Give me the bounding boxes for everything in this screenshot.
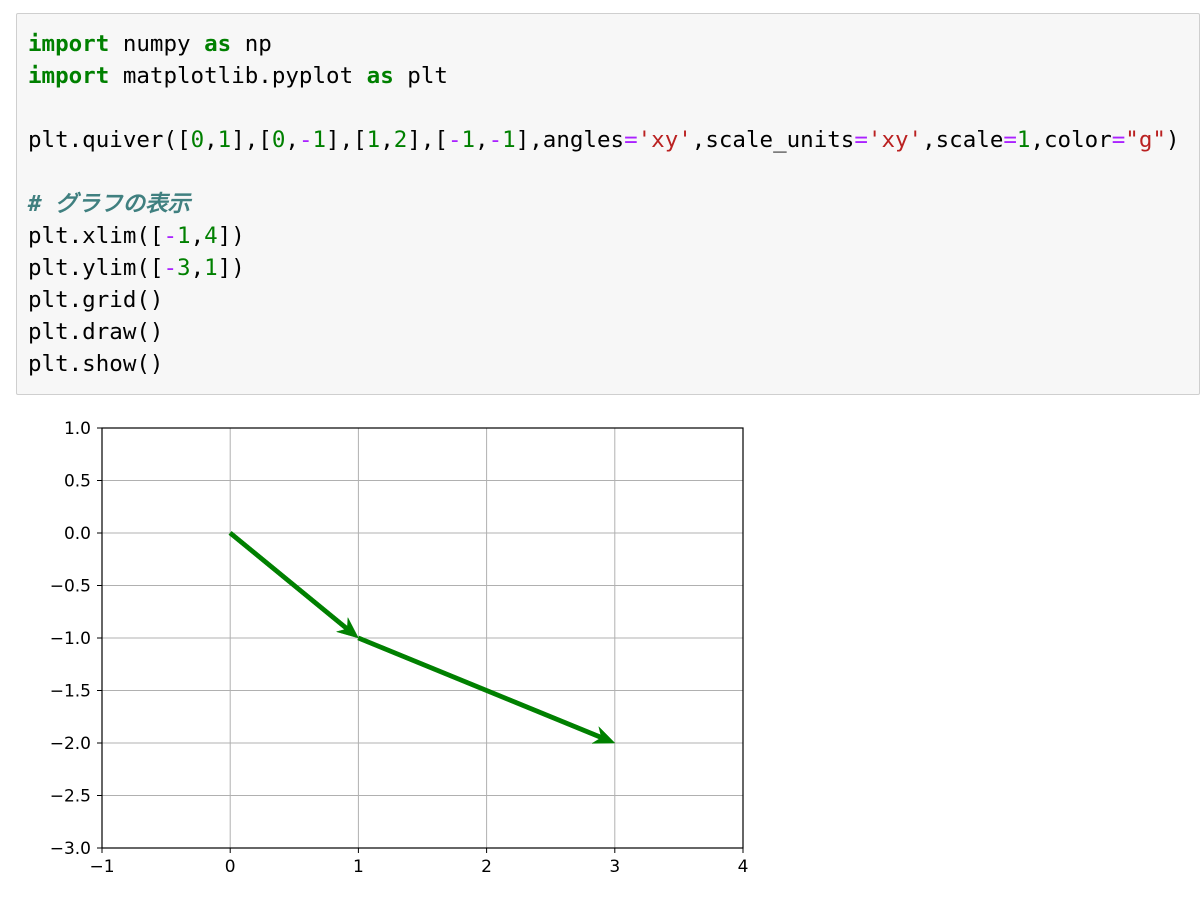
code-token: ],angles [515,127,625,153]
code-editor[interactable]: import numpy as np import matplotlib.pypl… [28,28,1179,380]
code-token: plt.ylim([ [28,255,164,281]
code-token: 1 [461,127,476,153]
y-tick-label: −2.5 [50,787,91,807]
code-token: plt.grid() [28,287,164,313]
code-token: 2 [393,127,408,153]
code-line: # グラフの表示 [28,188,1179,220]
code-token: import [28,31,110,57]
code-token: ],[ [407,127,448,153]
code-token: ) [1165,127,1180,153]
code-token: 1 [366,127,381,153]
x-tick-label: −1 [89,857,114,877]
y-tick-label: −0.5 [50,577,91,597]
code-token: 'xy' [637,127,692,153]
code-token: 1 [1016,127,1031,153]
code-token: ]) [217,223,245,249]
code-token: ]) [217,255,245,281]
code-token: 'xy' [867,127,923,153]
x-tick-label: 2 [481,857,492,877]
code-line: plt.draw() [28,316,1179,348]
y-tick-label: −2.0 [50,734,91,754]
code-token: 3 [177,255,191,281]
code-token: plt.quiver([ [28,127,191,153]
code-token: , [204,127,218,153]
code-token: = [1003,127,1017,153]
code-token: 0 [190,127,205,153]
code-token: ,color [1030,127,1112,153]
code-token: - [163,223,178,249]
code-token: - [298,127,313,153]
code-token: np [231,31,272,57]
code-token: as [366,63,394,89]
y-tick-label: 0.0 [64,524,91,544]
code-token: , [380,127,394,153]
code-token: ],[ [326,127,367,153]
x-tick-label: 4 [738,857,749,877]
output-area: −1 0 1 2 3 4 1.0 0.5 0.0 −0.5 −1.0 −1.5 −2.0 −2.5 −3.0 [0,405,800,905]
y-tick-label: 1.0 [64,419,91,439]
code-token: , [475,127,489,153]
code-token: 1 [177,223,191,249]
code-token: "g" [1125,127,1166,153]
code-token: - [163,255,178,281]
y-tick-label: 0.5 [64,472,91,492]
y-tick-label: −1.0 [50,629,91,649]
x-tick-label: 1 [353,857,364,877]
code-token: numpy [109,31,205,57]
x-tick-label: 0 [225,857,236,877]
code-token: ,scale [922,127,1004,153]
y-tick-label: −1.5 [50,682,91,702]
code-token: 1 [204,255,218,281]
code-token: matplotlib.pyplot [109,63,367,89]
code-line: plt.show() [28,348,1179,380]
code-token: = [624,127,638,153]
code-token: , [285,127,299,153]
x-tick-label: 3 [609,857,620,877]
code-token: import [28,63,110,89]
code-token: as [204,31,232,57]
code-token: # グラフの表示 [28,191,191,217]
code-token: ],[ [231,127,272,153]
quiver-chart: −1 0 1 2 3 4 1.0 0.5 0.0 −0.5 −1.0 −1.5 −2.0 −2.5 −3.0 [50,419,749,877]
code-token: ,scale_units [691,127,855,153]
code-token: 1 [502,127,516,153]
code-token: - [447,127,462,153]
code-token: - [488,127,503,153]
code-token: plt [393,63,448,89]
code-token: = [1111,127,1126,153]
code-line: import matplotlib.pyplot as plt [28,60,1179,92]
code-token: 4 [204,223,218,249]
code-line: plt.xlim([-1,4]) [28,220,1179,252]
code-token: , [190,255,205,281]
code-cell[interactable]: import numpy as np import matplotlib.pypl… [16,13,1200,395]
code-token: plt.show() [28,351,164,377]
code-token: 1 [217,127,232,153]
code-token: 0 [271,127,286,153]
y-tick-label: −3.0 [50,839,91,859]
quiver-arrow [228,530,359,639]
code-token: plt.draw() [28,319,164,345]
code-line: plt.grid() [28,284,1179,316]
code-token: = [854,127,868,153]
code-line: plt.quiver([0,1],[0,-1],[1,2],[-1,-1],an… [28,124,1179,156]
code-token: , [190,223,205,249]
code-line: import numpy as np [28,28,1179,60]
code-token: plt.xlim([ [28,223,164,249]
code-line: plt.ylim([-3,1]) [28,252,1179,284]
code-token: 1 [312,127,327,153]
